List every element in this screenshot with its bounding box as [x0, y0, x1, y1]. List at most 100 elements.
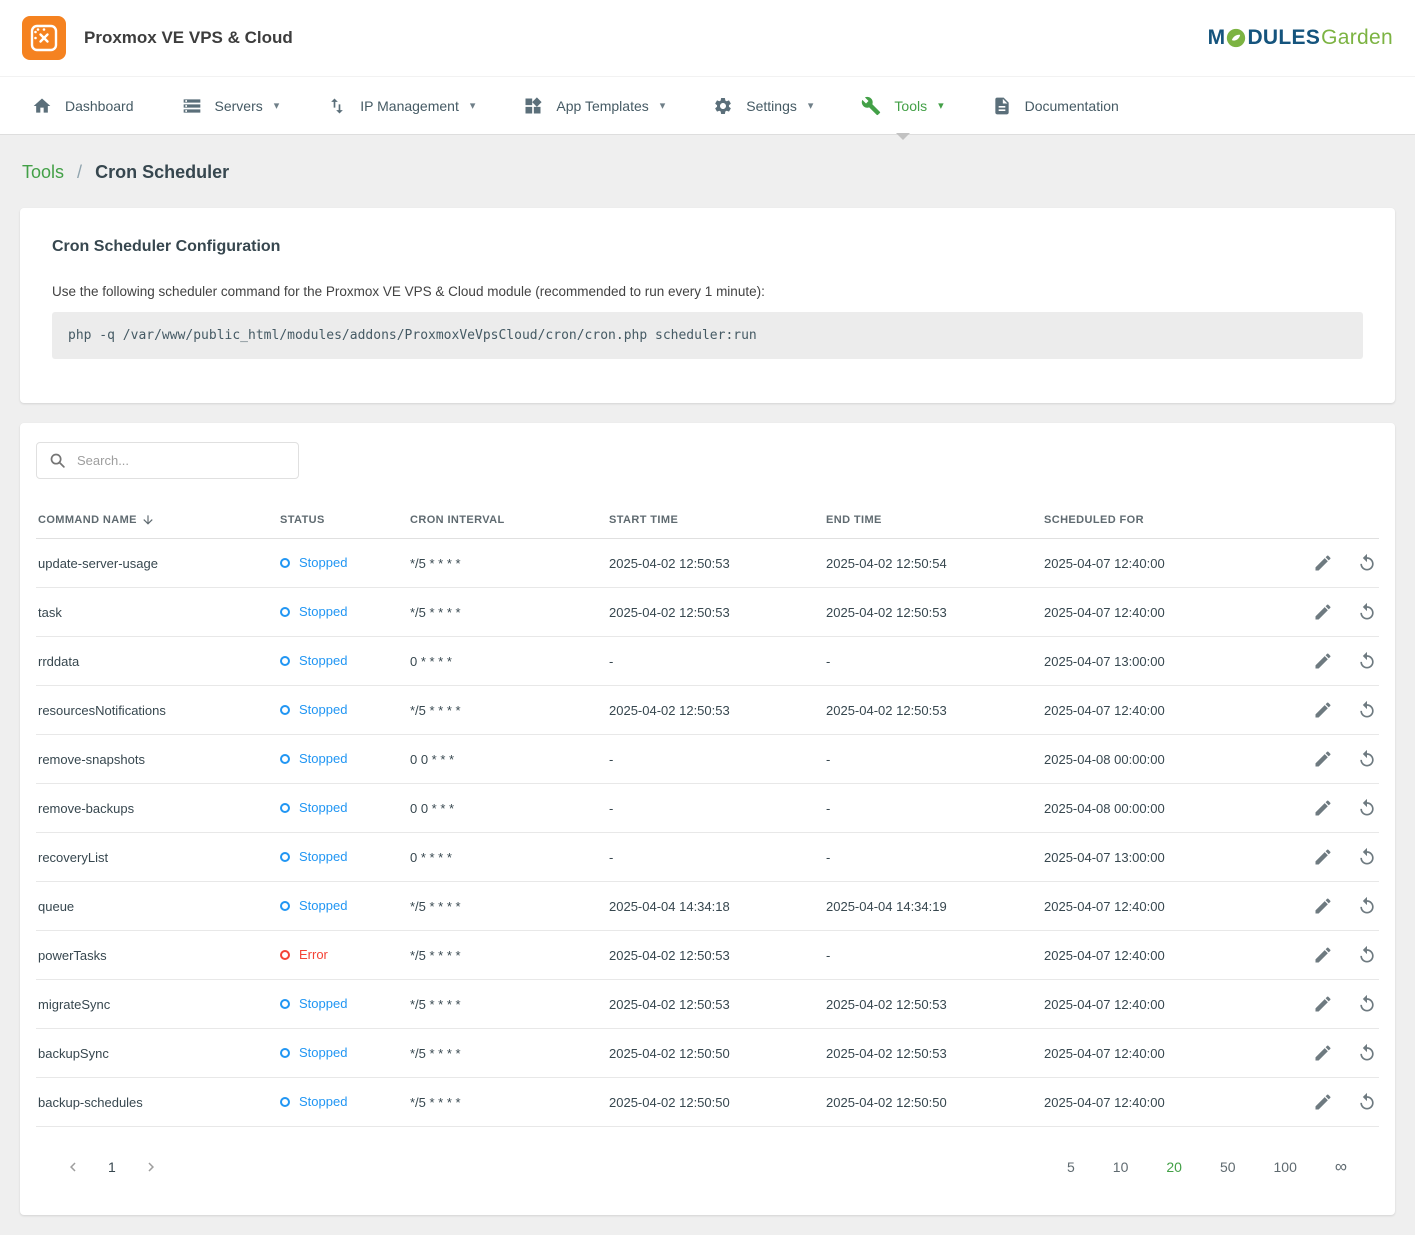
edit-pencil-icon[interactable] — [1313, 994, 1333, 1014]
cron-table-card: COMMAND NAME STATUS CRON INTERVAL START … — [20, 423, 1395, 1215]
scheduled-for-cell: 2025-04-07 12:40:00 — [1044, 556, 1281, 571]
chevron-down-icon: ▾ — [808, 99, 814, 112]
nav-item-settings[interactable]: Settings ▾ — [689, 77, 837, 134]
row-actions — [1281, 602, 1377, 622]
page-size-option[interactable]: 100 — [1274, 1159, 1297, 1175]
end-time-cell: - — [826, 801, 1044, 816]
command-name-cell: queue — [38, 899, 280, 914]
status-circle-icon — [280, 1097, 290, 1107]
page-size-option[interactable]: 10 — [1113, 1159, 1129, 1175]
cron-interval-cell: */5 * * * * — [410, 948, 609, 963]
edit-pencil-icon[interactable] — [1313, 651, 1333, 671]
run-replay-icon[interactable] — [1357, 847, 1377, 867]
run-replay-icon[interactable] — [1357, 1043, 1377, 1063]
status-cell: Stopped — [280, 898, 347, 913]
run-replay-icon[interactable] — [1357, 798, 1377, 818]
status-label: Stopped — [299, 996, 347, 1011]
cron-interval-cell: 0 0 * * * — [410, 752, 609, 767]
nav-item-label: Documentation — [1025, 98, 1119, 114]
column-header-command-name[interactable]: COMMAND NAME — [38, 513, 280, 527]
cron-interval-cell: 0 0 * * * — [410, 801, 609, 816]
command-name-cell: remove-backups — [38, 801, 280, 816]
edit-pencil-icon[interactable] — [1313, 1043, 1333, 1063]
nav-item-documentation[interactable]: Documentation — [968, 77, 1143, 134]
edit-pencil-icon[interactable] — [1313, 896, 1333, 916]
run-replay-icon[interactable] — [1357, 602, 1377, 622]
page-size-option[interactable]: 50 — [1220, 1159, 1236, 1175]
cron-table-body: update-server-usage Stopped */5 * * * * … — [36, 539, 1379, 1127]
page-size-option[interactable]: 5 — [1067, 1159, 1075, 1175]
chevron-right-icon[interactable] — [142, 1158, 160, 1176]
table-header-row: COMMAND NAME STATUS CRON INTERVAL START … — [36, 501, 1379, 539]
nav-item-ip-management[interactable]: IP Management ▾ — [303, 77, 499, 134]
run-replay-icon[interactable] — [1357, 1092, 1377, 1112]
status-label: Stopped — [299, 800, 347, 815]
end-time-cell: - — [826, 948, 1044, 963]
edit-pencil-icon[interactable] — [1313, 1092, 1333, 1112]
row-actions — [1281, 945, 1377, 965]
start-time-cell: 2025-04-02 12:50:53 — [609, 703, 826, 718]
run-replay-icon[interactable] — [1357, 945, 1377, 965]
status-label: Stopped — [299, 555, 347, 570]
chevron-left-icon[interactable] — [64, 1158, 82, 1176]
document-icon — [992, 96, 1012, 116]
nav-item-label: Tools — [894, 98, 927, 114]
run-replay-icon[interactable] — [1357, 749, 1377, 769]
edit-pencil-icon[interactable] — [1313, 602, 1333, 622]
page-size-option[interactable]: ∞ — [1335, 1157, 1347, 1177]
column-header-status[interactable]: STATUS — [280, 514, 410, 526]
current-page-number[interactable]: 1 — [108, 1159, 116, 1175]
breadcrumb-tools-link[interactable]: Tools — [22, 162, 64, 182]
row-actions — [1281, 651, 1377, 671]
page-title: Proxmox VE VPS & Cloud — [84, 28, 293, 48]
column-header-cron-interval[interactable]: CRON INTERVAL — [410, 514, 609, 526]
edit-pencil-icon[interactable] — [1313, 700, 1333, 720]
start-time-cell: 2025-04-02 12:50:53 — [609, 605, 826, 620]
run-replay-icon[interactable] — [1357, 896, 1377, 916]
cron-interval-cell: */5 * * * * — [410, 1095, 609, 1110]
start-time-cell: 2025-04-02 12:50:53 — [609, 556, 826, 571]
table-row: update-server-usage Stopped */5 * * * * … — [36, 539, 1379, 588]
search-input[interactable] — [77, 453, 286, 468]
nav-item-servers[interactable]: Servers ▾ — [158, 77, 304, 134]
nav-item-dashboard[interactable]: Dashboard — [8, 77, 158, 134]
run-replay-icon[interactable] — [1357, 994, 1377, 1014]
breadcrumb: Tools / Cron Scheduler — [0, 135, 1415, 208]
table-row: remove-backups Stopped 0 0 * * * - - 202… — [36, 784, 1379, 833]
scheduled-for-cell: 2025-04-07 12:40:00 — [1044, 948, 1281, 963]
table-row: recoveryList Stopped 0 * * * * - - 2025-… — [36, 833, 1379, 882]
command-name-cell: backupSync — [38, 1046, 280, 1061]
column-header-scheduled-for[interactable]: SCHEDULED FOR — [1044, 514, 1281, 526]
scheduled-for-cell: 2025-04-08 00:00:00 — [1044, 801, 1281, 816]
column-header-start-time[interactable]: START TIME — [609, 514, 826, 526]
run-replay-icon[interactable] — [1357, 651, 1377, 671]
brand-text-dules: DULES — [1247, 26, 1320, 50]
row-actions — [1281, 798, 1377, 818]
start-time-cell: 2025-04-02 12:50:50 — [609, 1095, 826, 1110]
status-circle-icon — [280, 754, 290, 764]
start-time-cell: - — [609, 801, 826, 816]
chevron-down-icon: ▾ — [938, 99, 944, 112]
status-cell: Stopped — [280, 1045, 347, 1060]
nav-item-tools[interactable]: Tools ▾ — [837, 77, 967, 134]
end-time-cell: 2025-04-02 12:50:53 — [826, 703, 1044, 718]
nav-item-app-templates[interactable]: App Templates ▾ — [499, 77, 689, 134]
run-replay-icon[interactable] — [1357, 553, 1377, 573]
edit-pencil-icon[interactable] — [1313, 847, 1333, 867]
row-actions — [1281, 847, 1377, 867]
status-cell: Stopped — [280, 604, 347, 619]
edit-pencil-icon[interactable] — [1313, 553, 1333, 573]
config-description: Use the following scheduler command for … — [52, 284, 1363, 299]
command-name-cell: resourcesNotifications — [38, 703, 280, 718]
edit-pencil-icon[interactable] — [1313, 749, 1333, 769]
run-replay-icon[interactable] — [1357, 700, 1377, 720]
edit-pencil-icon[interactable] — [1313, 798, 1333, 818]
page-size-option[interactable]: 20 — [1166, 1159, 1182, 1175]
start-time-cell: 2025-04-02 12:50:53 — [609, 997, 826, 1012]
cron-interval-cell: */5 * * * * — [410, 997, 609, 1012]
edit-pencil-icon[interactable] — [1313, 945, 1333, 965]
status-cell: Stopped — [280, 751, 347, 766]
nav-item-label: Dashboard — [65, 98, 134, 114]
column-header-label: SCHEDULED FOR — [1044, 514, 1144, 526]
column-header-end-time[interactable]: END TIME — [826, 514, 1044, 526]
